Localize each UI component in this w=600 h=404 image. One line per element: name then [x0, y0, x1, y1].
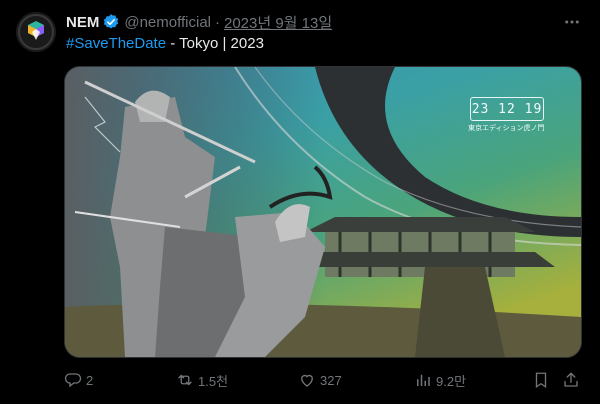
- share-icon: [564, 372, 578, 387]
- separator: ·: [215, 13, 220, 31]
- retweet-button[interactable]: 1.5천: [176, 371, 228, 390]
- tweet-date[interactable]: 2023년 9월 13일: [224, 12, 332, 33]
- more-button[interactable]: [560, 12, 584, 32]
- tweet-text-rest: - Tokyo | 2023: [166, 35, 264, 52]
- event-date-badge: 23 12 19: [470, 97, 544, 121]
- like-button[interactable]: 327: [298, 371, 342, 389]
- views-count: 9.2만: [436, 373, 467, 389]
- reply-count: 2: [86, 372, 94, 388]
- bookmark-button[interactable]: [532, 371, 550, 389]
- retweet-icon: [178, 374, 192, 386]
- display-name[interactable]: NEM: [66, 14, 99, 31]
- verified-icon: [104, 14, 119, 29]
- share-button[interactable]: [562, 371, 580, 389]
- bookmark-icon: [535, 372, 547, 389]
- tweet-text: #SaveTheDate - Tokyo | 2023: [66, 35, 264, 52]
- more-icon: [565, 20, 579, 24]
- handle[interactable]: @nemofficial: [124, 14, 211, 31]
- nem-logo-icon: [16, 12, 56, 52]
- action-bar: 2 1.5천 327 9.2만: [64, 368, 584, 392]
- retweet-count: 1.5천: [198, 373, 229, 389]
- reply-icon: [64, 373, 82, 388]
- avatar[interactable]: [16, 12, 56, 52]
- hashtag-link[interactable]: #SaveTheDate: [66, 35, 166, 52]
- reply-button[interactable]: 2: [64, 371, 93, 389]
- like-icon: [301, 374, 313, 387]
- views-button[interactable]: 9.2만: [414, 371, 466, 390]
- tweet-header: NEM @nemofficial · 2023년 9월 13일: [66, 12, 584, 32]
- like-count: 327: [320, 372, 342, 388]
- views-icon: [417, 374, 430, 386]
- event-venue: 東京エディション虎ノ門: [468, 125, 545, 132]
- tweet-media[interactable]: 23 12 19 東京エディション虎ノ門: [64, 66, 582, 358]
